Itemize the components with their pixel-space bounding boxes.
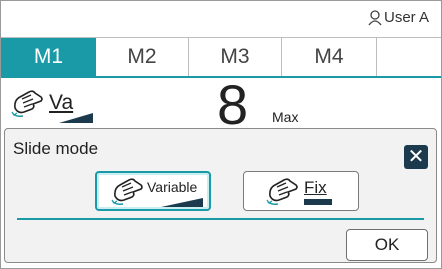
max-label: Max [272, 109, 299, 125]
app-window: User A M1 M2 M3 M4 Va 8 Max Slide mode ✕… [0, 0, 442, 269]
main-content: Va 8 Max [1, 77, 441, 133]
fix-option-label: Fix [304, 178, 327, 197]
memory-tabs: M1 M2 M3 M4 [1, 37, 441, 78]
variable-option-label: Variable [147, 179, 198, 195]
slide-hand-icon [111, 176, 145, 206]
slide-mode-label: Va [49, 91, 74, 114]
dialog-title: Slide mode [13, 139, 99, 158]
top-bar: User A [1, 1, 441, 37]
user-icon [368, 9, 382, 26]
tab-m3[interactable]: M3 [189, 38, 282, 76]
variable-option-button[interactable]: Variable [95, 171, 211, 211]
variable-wedge-icon [161, 198, 203, 207]
tab-m2[interactable]: M2 [96, 38, 189, 76]
slide-hand-icon [266, 176, 300, 206]
slide-hand-icon [11, 88, 45, 118]
user-label: User A [383, 9, 429, 26]
close-button[interactable]: ✕ [404, 145, 428, 169]
tab-m1[interactable]: M1 [1, 38, 96, 76]
close-icon: ✕ [407, 146, 425, 168]
slide-mode-button[interactable]: Va [11, 87, 93, 123]
variable-wedge-icon [59, 113, 93, 123]
dialog-divider [17, 218, 424, 220]
tab-m4[interactable]: M4 [282, 38, 377, 76]
fix-option-button[interactable]: Fix [243, 171, 359, 211]
slide-mode-dialog: Slide mode ✕ Variable Fix OK [4, 128, 437, 263]
level-value: 8 [217, 73, 249, 136]
fix-bar-icon [304, 199, 332, 205]
user-account[interactable]: User A [368, 9, 429, 26]
ok-button[interactable]: OK [346, 229, 428, 261]
